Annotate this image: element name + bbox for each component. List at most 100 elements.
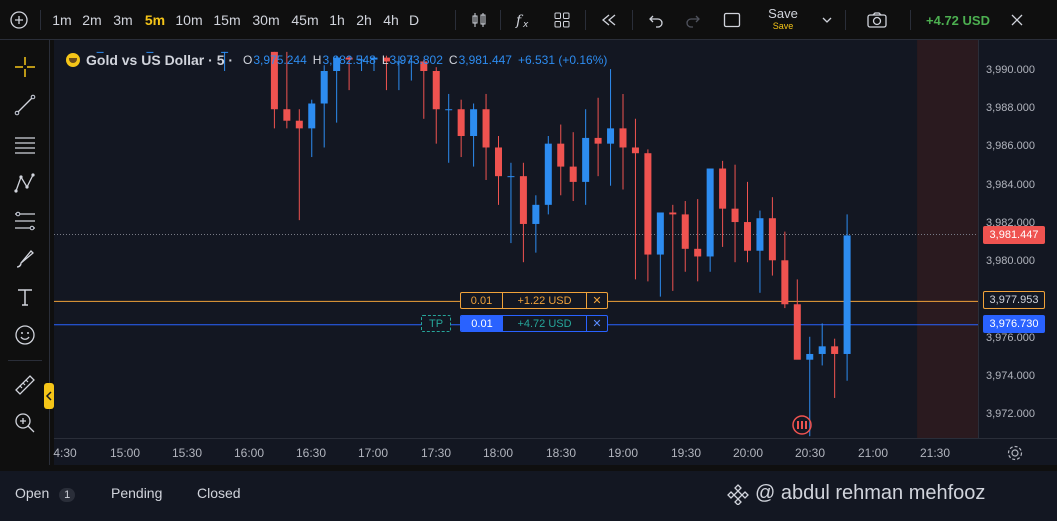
tp-order-label[interactable]: 0.01 +4.72 USD ✕ xyxy=(460,315,608,332)
close-value: 3,981.447 xyxy=(458,53,512,67)
low-label: L xyxy=(381,53,389,67)
symbol-title[interactable]: Gold vs US Dollar · 5 · xyxy=(86,52,233,68)
candle-body xyxy=(669,212,677,215)
time-tick: 19:30 xyxy=(670,446,702,460)
candle-body xyxy=(569,166,577,182)
expand-icon[interactable] xyxy=(1005,0,1029,40)
time-tick: 21:00 xyxy=(857,446,889,460)
timeframe-30m[interactable]: 30m xyxy=(250,0,282,40)
save-button[interactable]: Save Save xyxy=(760,0,806,40)
candles-icon[interactable] xyxy=(466,0,492,40)
fib-retracement-icon[interactable] xyxy=(10,206,40,236)
camera-icon[interactable] xyxy=(862,0,892,40)
binance-logo-icon xyxy=(727,483,749,505)
entry-price-label: 3,977.953 xyxy=(983,291,1045,309)
crosshair-icon[interactable] xyxy=(10,52,40,82)
candle-body xyxy=(656,212,664,255)
toolbar-divider xyxy=(632,10,633,30)
redo-icon[interactable] xyxy=(680,0,706,40)
fullscreen-icon[interactable] xyxy=(719,0,745,40)
candle-body xyxy=(432,71,440,110)
candle-body xyxy=(582,137,590,182)
candle-body xyxy=(781,260,789,305)
toolbar-divider xyxy=(8,360,42,361)
add-symbol-icon[interactable] xyxy=(4,0,34,40)
high-label: H xyxy=(312,53,322,67)
timeframe-5m[interactable]: 5m xyxy=(139,0,171,40)
brush-icon[interactable] xyxy=(10,244,40,274)
replay-icon[interactable] xyxy=(596,0,622,40)
low-value: 3,973.802 xyxy=(389,53,443,67)
zoom-in-icon[interactable] xyxy=(10,408,40,438)
time-tick: 16:30 xyxy=(295,446,327,460)
indicators-icon[interactable]: fx xyxy=(510,0,536,40)
market-closed-icon[interactable] xyxy=(792,415,812,435)
time-tick: 20:30 xyxy=(794,446,826,460)
time-tick: 18:30 xyxy=(545,446,577,460)
candle-body xyxy=(818,346,826,354)
watermark-text: @ abdul rehman mehfooz xyxy=(755,482,986,504)
price-tick: 3,990.000 xyxy=(986,64,1035,76)
candle-body xyxy=(445,109,453,111)
candle-body xyxy=(470,109,478,137)
horizontal-lines-icon[interactable] xyxy=(10,130,40,160)
emoji-icon[interactable] xyxy=(10,320,40,350)
tp-tag[interactable]: TP xyxy=(421,315,451,332)
price-tick: 3,986.000 xyxy=(986,140,1035,153)
future-region xyxy=(917,40,978,438)
candle-body xyxy=(768,218,776,261)
collapse-toolbar-handle[interactable] xyxy=(44,383,54,409)
price-tick: 3,984.000 xyxy=(986,178,1035,191)
settings-gear-icon[interactable] xyxy=(1006,444,1024,462)
undo-icon[interactable] xyxy=(643,0,669,40)
timeframe-D[interactable]: D xyxy=(398,0,430,40)
tab-pending[interactable]: Pending xyxy=(111,485,162,501)
time-tick: 20:00 xyxy=(732,446,764,460)
position-order-label[interactable]: 0.01 +1.22 USD ✕ xyxy=(460,292,608,309)
price-tick: 3,972.000 xyxy=(986,408,1035,421)
price-tick: 3,976.000 xyxy=(986,331,1035,344)
time-tick: 18:00 xyxy=(482,446,514,460)
tp-pnl: +4.72 USD xyxy=(503,316,587,331)
timeframe-45m[interactable]: 45m xyxy=(289,0,321,40)
trend-line-icon[interactable] xyxy=(10,90,40,120)
cancel-tp-button[interactable]: ✕ xyxy=(587,316,607,331)
chart-pane[interactable] xyxy=(54,40,978,438)
tab-open[interactable]: Open 1 xyxy=(15,485,76,502)
text-icon[interactable] xyxy=(10,282,40,312)
candle-body xyxy=(843,235,851,354)
toolbar-divider xyxy=(845,10,846,30)
tab-closed[interactable]: Closed xyxy=(197,485,241,501)
pattern-icon[interactable] xyxy=(10,168,40,198)
candle-body xyxy=(320,71,328,104)
candle-body xyxy=(719,168,727,209)
candle-body xyxy=(544,143,552,205)
save-label: Save xyxy=(768,6,798,21)
candle-body xyxy=(681,214,689,249)
time-tick: 19:00 xyxy=(607,446,639,460)
save-sublabel: Save xyxy=(772,21,794,31)
open-value: 3,975.244 xyxy=(253,53,307,67)
candle-body xyxy=(731,208,739,223)
chart-legend: Gold vs US Dollar · 5 · O 3,975.244 H 3,… xyxy=(66,50,607,70)
candle-body xyxy=(283,109,291,121)
toolbar-divider xyxy=(500,10,501,30)
svg-text:x: x xyxy=(522,20,529,30)
close-position-button[interactable]: ✕ xyxy=(587,293,607,308)
change-value: +6.531 (+0.16%) xyxy=(517,53,608,67)
candle-body xyxy=(607,128,615,144)
ruler-icon[interactable] xyxy=(10,370,40,400)
tp-qty: 0.01 xyxy=(461,316,503,331)
timeframe-15m[interactable]: 15m xyxy=(211,0,243,40)
timeframe-2m[interactable]: 2m xyxy=(76,0,108,40)
templates-icon[interactable] xyxy=(549,0,575,40)
timeframe-3m[interactable]: 3m xyxy=(107,0,139,40)
timeframe-10m[interactable]: 10m xyxy=(173,0,205,40)
time-tick: 21:30 xyxy=(919,446,951,460)
toolbar-divider xyxy=(455,10,456,30)
chevron-down-icon[interactable] xyxy=(818,0,836,40)
tab-open-label: Open xyxy=(15,485,50,501)
timeframe-1m[interactable]: 1m xyxy=(46,0,78,40)
candlestick-chart[interactable] xyxy=(54,40,978,438)
candle-body xyxy=(495,147,502,177)
